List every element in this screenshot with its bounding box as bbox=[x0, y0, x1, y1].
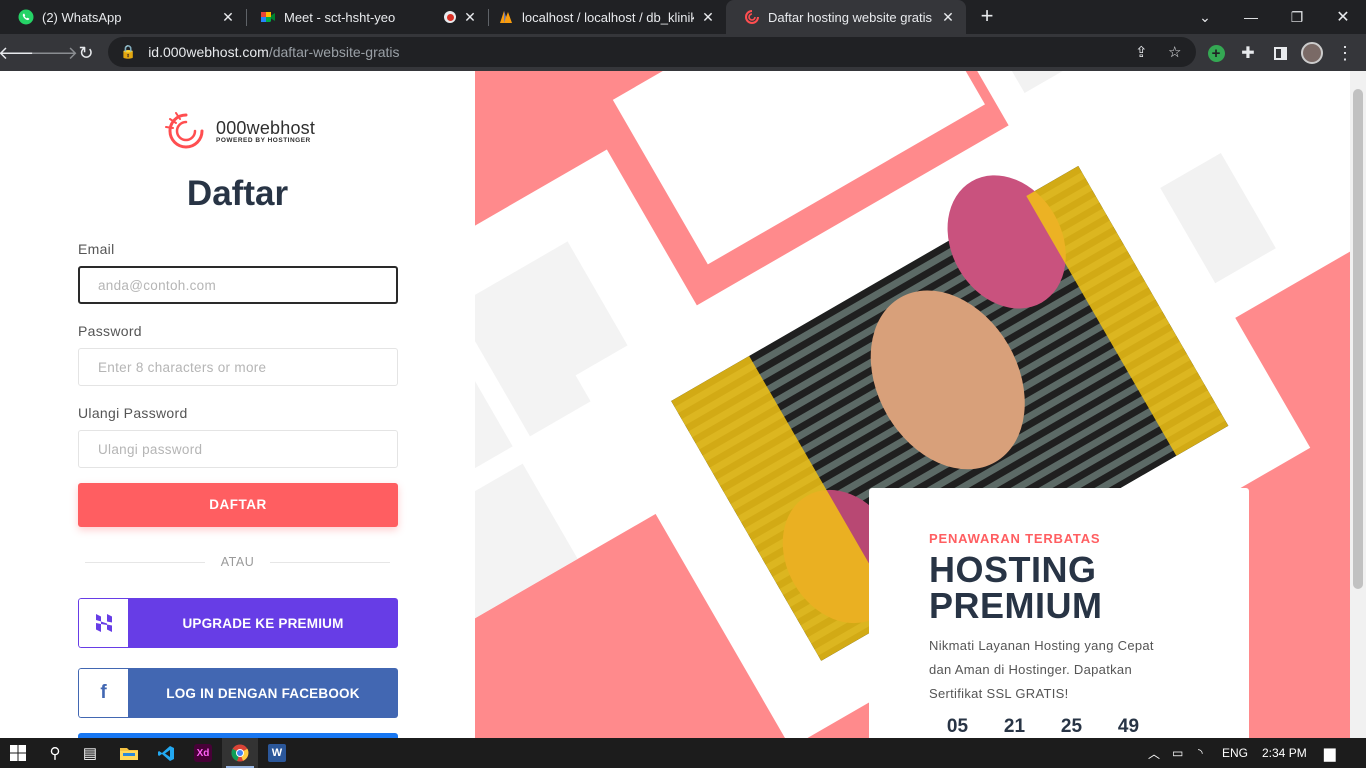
phpmyadmin-icon bbox=[498, 9, 514, 25]
whatsapp-icon bbox=[18, 9, 34, 25]
countdown-minutes: 25 bbox=[1060, 716, 1083, 737]
page-viewport: 000webhost POWERED BY HOSTINGER Daftar E… bbox=[0, 71, 1366, 738]
promo-description: Nikmati Layanan Hosting yang Cepat dan A… bbox=[929, 638, 1154, 701]
email-label: Email bbox=[78, 241, 115, 257]
tab-phpmyadmin[interactable]: localhost / localhost / db_klinik | p ✕ bbox=[480, 0, 726, 34]
reload-button[interactable]: ↻ bbox=[72, 39, 100, 67]
hostinger-icon bbox=[78, 598, 128, 648]
tab-title: (2) WhatsApp bbox=[42, 9, 122, 25]
address-bar[interactable]: 🔒 id.000webhost.com/daftar-website-grati… bbox=[108, 37, 1196, 67]
tab-000webhost[interactable]: Daftar hosting website gratis seka ✕ bbox=[726, 0, 966, 34]
clock[interactable]: 2:34 PM bbox=[1262, 738, 1307, 768]
extension-plus-icon[interactable]: + bbox=[1205, 42, 1227, 64]
facebook-login-label: LOG IN DENGAN FACEBOOK bbox=[128, 668, 398, 718]
language-indicator[interactable]: ENG bbox=[1222, 738, 1248, 768]
close-icon[interactable]: ✕ bbox=[462, 9, 478, 26]
menu-kebab-icon[interactable]: ⋮ bbox=[1334, 42, 1356, 64]
password-label: Password bbox=[78, 323, 142, 339]
upgrade-premium-label: UPGRADE KE PREMIUM bbox=[128, 598, 398, 648]
browser-toolbar: 🡐 🡒 ↻ 🔒 id.000webhost.com/daftar-website… bbox=[0, 34, 1366, 71]
google-meet-icon bbox=[260, 9, 276, 25]
signup-panel: 000webhost POWERED BY HOSTINGER Daftar E… bbox=[0, 71, 475, 738]
close-icon[interactable]: ✕ bbox=[940, 9, 956, 26]
tray-overflow-icon[interactable]: ︿ bbox=[1148, 738, 1160, 768]
password-field[interactable] bbox=[78, 348, 398, 386]
upgrade-premium-button[interactable]: UPGRADE KE PREMIUM bbox=[78, 598, 398, 648]
countdown-days: 05 bbox=[946, 716, 969, 737]
facebook-icon: f bbox=[78, 668, 128, 718]
hero-banner: PENAWARAN TERBATAS HOSTING PREMIUM Nikma… bbox=[475, 71, 1350, 738]
side-panel-icon[interactable] bbox=[1269, 42, 1291, 64]
word-icon[interactable]: W bbox=[259, 738, 295, 768]
repeat-password-label: Ulangi Password bbox=[78, 405, 188, 421]
page-scrollbar[interactable] bbox=[1350, 71, 1366, 738]
windows-icon[interactable] bbox=[0, 738, 36, 768]
vscode-icon[interactable] bbox=[148, 738, 184, 768]
daftar-button[interactable]: DAFTAR bbox=[78, 483, 398, 527]
promo-kicker: PENAWARAN TERBATAS bbox=[929, 531, 1101, 546]
promo-title: HOSTING PREMIUM bbox=[929, 552, 1249, 624]
scrollbar-thumb[interactable] bbox=[1353, 89, 1363, 589]
file-explorer-icon[interactable] bbox=[111, 738, 147, 768]
or-divider: ATAU bbox=[85, 555, 390, 569]
profile-avatar[interactable] bbox=[1301, 42, 1323, 64]
minimize-button[interactable]: — bbox=[1228, 0, 1274, 34]
lock-icon: 🔒 bbox=[120, 44, 137, 59]
close-icon[interactable]: ✕ bbox=[220, 9, 236, 26]
facebook-login-button[interactable]: f LOG IN DENGAN FACEBOOK bbox=[78, 668, 398, 718]
url-host: id.000webhost.com bbox=[148, 44, 269, 60]
000webhost-icon bbox=[744, 9, 760, 25]
windows-taskbar: ⚲ ▤ Xd W ︿ ▭ ◝ ENG 2:34 PM ▆ bbox=[0, 738, 1366, 768]
logo-name: 000webhost bbox=[216, 117, 316, 138]
new-tab-button[interactable]: + bbox=[976, 5, 998, 27]
email-field[interactable] bbox=[78, 266, 398, 304]
tab-whatsapp[interactable]: (2) WhatsApp ✕ bbox=[0, 0, 246, 34]
close-window-button[interactable]: ✕ bbox=[1320, 0, 1366, 34]
recording-icon bbox=[444, 11, 456, 23]
promo-countdown: 05 21 25 49 bbox=[929, 716, 1157, 738]
close-icon[interactable]: ✕ bbox=[700, 9, 716, 26]
tab-meet[interactable]: Meet - sct-hsht-yeo ✕ bbox=[242, 0, 488, 34]
tab-search-icon[interactable]: ⌄ bbox=[1182, 0, 1228, 34]
000webhost-logo-icon bbox=[165, 112, 204, 149]
countdown-hours: 21 bbox=[1003, 716, 1026, 737]
page-title: Daftar bbox=[186, 174, 289, 213]
adobe-xd-icon[interactable]: Xd bbox=[185, 738, 221, 768]
url-path: /daftar-website-gratis bbox=[268, 44, 400, 60]
or-divider-text: ATAU bbox=[220, 555, 255, 569]
premium-promo-card: PENAWARAN TERBATAS HOSTING PREMIUM Nikma… bbox=[869, 488, 1249, 738]
battery-icon[interactable]: ▭ bbox=[1172, 738, 1183, 768]
tab-title: Meet - sct-hsht-yeo bbox=[284, 9, 396, 25]
restore-button[interactable]: ❐ bbox=[1274, 0, 1320, 34]
tab-title: localhost / localhost / db_klinik | p bbox=[522, 9, 694, 25]
logo-tagline: POWERED BY HOSTINGER bbox=[216, 136, 311, 144]
forward-button[interactable]: 🡒 bbox=[30, 39, 78, 67]
task-view-icon[interactable]: ▤ bbox=[72, 738, 108, 768]
tab-strip: (2) WhatsApp ✕ Meet - sct-hsht-yeo ✕ loc… bbox=[0, 0, 1366, 34]
countdown-seconds: 49 bbox=[1117, 716, 1140, 737]
search-icon[interactable]: ⚲ bbox=[37, 738, 73, 768]
wifi-icon[interactable]: ◝ bbox=[1198, 738, 1203, 768]
promo-title-line2: PREMIUM bbox=[929, 585, 1103, 626]
extensions-puzzle-icon[interactable]: ✚ bbox=[1237, 42, 1259, 64]
promo-title-line1: HOSTING bbox=[929, 549, 1097, 590]
bookmark-star-icon[interactable]: ☆ bbox=[1168, 43, 1181, 61]
tab-title: Daftar hosting website gratis seka bbox=[768, 9, 934, 25]
000webhost-logo: 000webhost POWERED BY HOSTINGER bbox=[162, 109, 315, 153]
share-icon[interactable]: ⇪ bbox=[1135, 43, 1148, 61]
notifications-icon[interactable]: ▆ bbox=[1324, 738, 1336, 768]
repeat-password-field[interactable] bbox=[78, 430, 398, 468]
chrome-icon[interactable] bbox=[222, 738, 258, 768]
